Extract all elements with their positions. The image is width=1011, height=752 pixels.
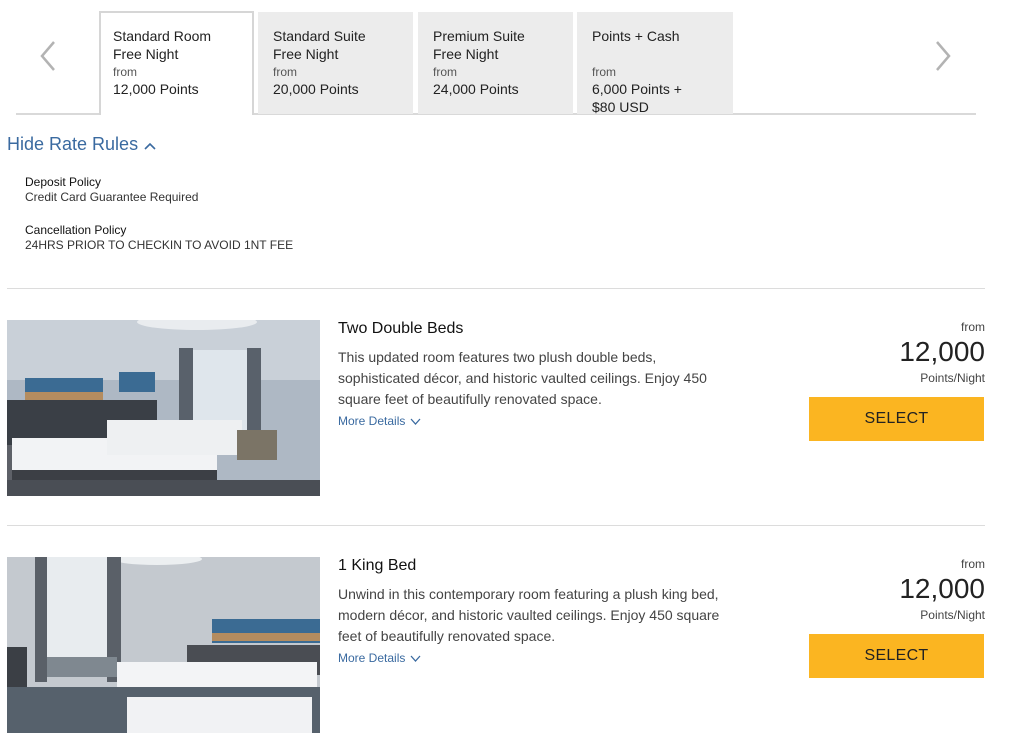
- tab-name: Premium Suite: [433, 28, 525, 44]
- tab-price: 20,000 Points: [273, 81, 359, 97]
- rate-tab-standard-room[interactable]: Standard Room Free Night from 12,000 Poi…: [99, 11, 254, 115]
- room-title: 1 King Bed: [338, 557, 417, 574]
- prev-rate-arrow[interactable]: [33, 36, 63, 76]
- tab-from: from: [273, 65, 297, 79]
- tab-name-sub: Free Night: [113, 46, 179, 62]
- rate-tab-premium-suite[interactable]: Premium Suite Free Night from 24,000 Poi…: [418, 12, 573, 114]
- tab-price: 6,000 Points +: [592, 81, 682, 97]
- hide-rate-rules-link[interactable]: Hide Rate Rules: [7, 134, 156, 155]
- chevron-down-icon: [410, 418, 421, 425]
- section-divider: [7, 525, 985, 526]
- room-photo[interactable]: [7, 320, 320, 496]
- price-from-label: from: [961, 557, 985, 571]
- price-unit: Points/Night: [920, 608, 985, 622]
- chevron-up-icon: [144, 142, 156, 150]
- more-details-label: More Details: [338, 414, 406, 428]
- room-title: Two Double Beds: [338, 320, 464, 337]
- rate-rules-label: Hide Rate Rules: [7, 134, 139, 154]
- price-from-label: from: [961, 320, 985, 334]
- rate-tab-points-cash[interactable]: Points + Cash from 6,000 Points + $80 US…: [577, 12, 733, 115]
- cancellation-policy-title: Cancellation Policy: [25, 223, 127, 237]
- cancellation-policy: Cancellation Policy 24HRS PRIOR TO CHECK…: [25, 223, 293, 253]
- more-details-link[interactable]: More Details: [338, 414, 421, 428]
- select-button[interactable]: SELECT: [809, 634, 984, 678]
- select-button[interactable]: SELECT: [809, 397, 984, 441]
- tab-from: from: [592, 65, 616, 79]
- next-rate-arrow[interactable]: [928, 36, 958, 76]
- tab-price-cash: $80 USD: [592, 99, 649, 115]
- deposit-policy-title: Deposit Policy: [25, 175, 102, 189]
- more-details-label: More Details: [338, 651, 406, 665]
- chevron-down-icon: [410, 655, 421, 662]
- room-photo[interactable]: [7, 557, 320, 733]
- tab-name: Standard Room: [113, 28, 212, 44]
- tab-from: from: [113, 65, 137, 79]
- room-description: This updated room features two plush dou…: [338, 349, 707, 407]
- tab-name-sub: Free Night: [433, 46, 499, 62]
- tab-name-sub: Free Night: [273, 46, 339, 62]
- tab-price: 24,000 Points: [433, 81, 519, 97]
- more-details-link[interactable]: More Details: [338, 651, 421, 665]
- chevron-right-icon: [936, 41, 951, 71]
- tab-price: 12,000 Points: [113, 81, 199, 97]
- room-photo-image: [7, 320, 320, 496]
- chevron-left-icon: [40, 41, 55, 71]
- deposit-policy: Deposit Policy Credit Card Guarantee Req…: [25, 175, 198, 205]
- cancellation-policy-value: 24HRS PRIOR TO CHECKIN TO AVOID 1NT FEE: [25, 238, 294, 252]
- tab-name: Points + Cash: [592, 28, 680, 44]
- deposit-policy-value: Credit Card Guarantee Required: [25, 190, 199, 204]
- tab-name-sub: [592, 45, 733, 63]
- tab-name: Standard Suite: [273, 28, 366, 44]
- rate-tab-standard-suite[interactable]: Standard Suite Free Night from 20,000 Po…: [258, 12, 413, 114]
- price-unit: Points/Night: [920, 371, 985, 385]
- price-points: 12,000: [899, 573, 985, 604]
- tab-from: from: [433, 65, 457, 79]
- section-divider: [7, 288, 985, 289]
- room-photo-image: [7, 557, 320, 733]
- room-card: 1 King Bed Unwind in this contemporary r…: [7, 557, 985, 737]
- price-points: 12,000: [899, 336, 985, 367]
- room-description: Unwind in this contemporary room featuri…: [338, 586, 720, 644]
- room-card: Two Double Beds This updated room featur…: [7, 320, 985, 500]
